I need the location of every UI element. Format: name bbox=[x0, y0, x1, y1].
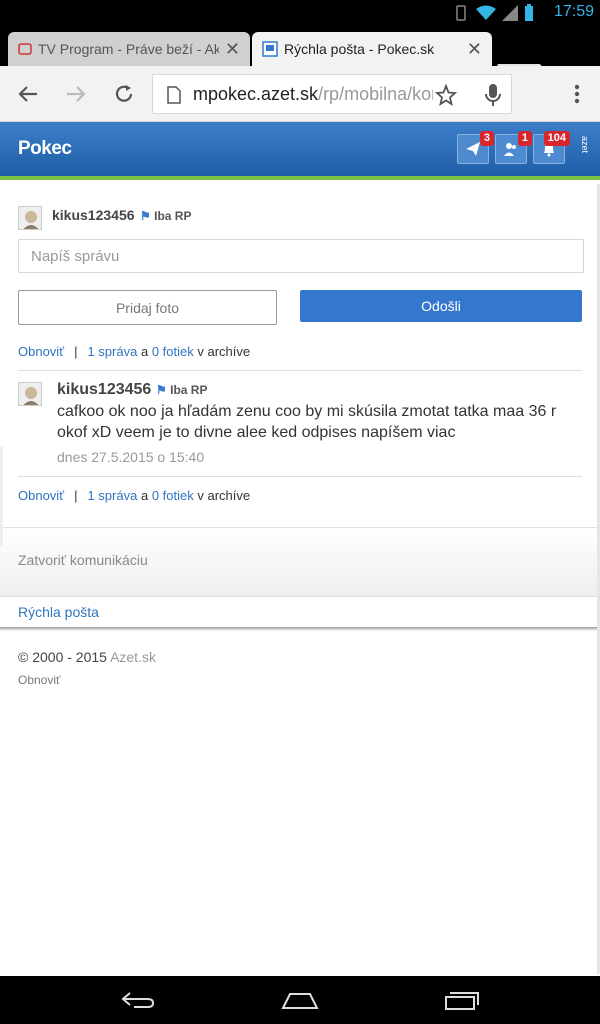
tv-favicon-icon bbox=[18, 43, 32, 55]
status-icons bbox=[452, 4, 534, 22]
tab-title: TV Program - Práve beží - Akt bbox=[38, 41, 219, 57]
rp-label: Iba RP bbox=[154, 209, 192, 223]
star-icon[interactable] bbox=[435, 84, 457, 106]
recents-icon bbox=[445, 992, 479, 1010]
photo-count-link[interactable]: 0 fotiek bbox=[152, 344, 194, 359]
avatar-image-icon bbox=[23, 387, 39, 405]
divider bbox=[18, 370, 582, 371]
wifi-icon bbox=[476, 5, 496, 20]
conjunction: a bbox=[140, 488, 149, 503]
back-icon bbox=[121, 992, 155, 1008]
notifications-button[interactable]: 104 bbox=[533, 131, 570, 164]
rp-badge: ⚑ Iba RP bbox=[156, 383, 207, 397]
nav-recents-button[interactable] bbox=[442, 986, 482, 1014]
overflow-menu-icon bbox=[574, 84, 580, 104]
url-path: /rp/mobilna/kontext bbox=[318, 84, 433, 104]
tab-title: Rýchla pošta - Pokec.sk bbox=[284, 41, 435, 57]
navigation-bar bbox=[0, 976, 600, 1024]
avatar[interactable] bbox=[18, 206, 42, 230]
url-host: mpokec.azet.sk bbox=[193, 84, 319, 104]
rp-flag-icon: ⚑ bbox=[156, 383, 167, 397]
archive-suffix: v archíve bbox=[197, 488, 251, 503]
message-count-link[interactable]: 1 správa bbox=[87, 488, 137, 503]
microphone-icon[interactable] bbox=[483, 83, 503, 107]
tab-strip: TV Program - Práve beží - Akt ✕ Rýchla p… bbox=[0, 26, 600, 82]
site-header: Pokec 3 1 104 azet bbox=[0, 122, 600, 180]
close-tab-icon[interactable]: ✕ bbox=[225, 39, 240, 60]
add-photo-button[interactable]: Pridaj foto bbox=[18, 290, 277, 325]
page-edge bbox=[0, 447, 3, 547]
close-tab-icon[interactable]: ✕ bbox=[467, 39, 482, 60]
paper-plane-icon bbox=[466, 142, 480, 156]
status-bar: 17:59 bbox=[0, 0, 600, 26]
nav-back-button[interactable] bbox=[118, 986, 158, 1014]
send-button[interactable]: Odošli bbox=[300, 290, 582, 322]
archive-row: Obnoviť | 1 správa a 0 fotiek v archíve bbox=[18, 488, 250, 503]
home-icon bbox=[281, 993, 319, 1009]
azet-link[interactable]: Azet.sk bbox=[110, 649, 156, 665]
page-icon bbox=[167, 86, 181, 104]
menu-button[interactable] bbox=[563, 80, 591, 108]
photo-count-link[interactable]: 0 fotiek bbox=[152, 488, 194, 503]
pokec-favicon-icon bbox=[262, 41, 278, 57]
divider bbox=[18, 476, 582, 477]
archive-suffix: v archíve bbox=[197, 344, 251, 359]
tab-rychla-posta[interactable]: Rýchla pošta - Pokec.sk ✕ bbox=[252, 32, 492, 66]
message-avatar[interactable] bbox=[18, 382, 42, 406]
messages-button[interactable]: 3 bbox=[457, 131, 494, 164]
close-communication-label: Zatvoriť komunikáciu bbox=[18, 552, 148, 568]
url-text: mpokec.azet.sk/rp/mobilna/kontext bbox=[193, 84, 433, 105]
archive-row: Obnoviť | 1 správa a 0 fotiek v archíve bbox=[18, 344, 250, 359]
forward-button[interactable] bbox=[62, 80, 90, 108]
message-timestamp: dnes 27.5.2015 o 15:40 bbox=[57, 449, 205, 465]
nav-home-button[interactable] bbox=[280, 986, 320, 1014]
back-button[interactable] bbox=[14, 80, 42, 108]
browser-toolbar: mpokec.azet.sk/rp/mobilna/kontext bbox=[0, 66, 600, 122]
friends-badge: 1 bbox=[517, 131, 532, 146]
back-arrow-icon bbox=[18, 86, 37, 102]
clock: 17:59 bbox=[553, 3, 594, 20]
signal-icon bbox=[502, 5, 518, 21]
message-input[interactable] bbox=[18, 239, 584, 273]
section-shadow bbox=[0, 627, 600, 631]
contact-name[interactable]: kikus123456 bbox=[52, 207, 135, 223]
rp-badge: ⚑ Iba RP bbox=[140, 209, 191, 223]
footer-refresh-link[interactable]: Obnoviť bbox=[18, 673, 61, 687]
refresh-link[interactable]: Obnoviť bbox=[18, 344, 64, 359]
azet-logo[interactable]: azet bbox=[580, 136, 590, 153]
friends-button[interactable]: 1 bbox=[495, 131, 532, 164]
notifications-badge: 104 bbox=[543, 131, 570, 146]
message-author[interactable]: kikus123456 bbox=[57, 381, 151, 399]
messages-badge: 3 bbox=[479, 131, 494, 146]
copyright: © 2000 - 2015 Azet.sk bbox=[18, 649, 156, 665]
message-text: cafkoo ok noo ja hľadám zenu coo by mi s… bbox=[57, 403, 557, 441]
address-bar[interactable]: mpokec.azet.sk/rp/mobilna/kontext bbox=[152, 74, 512, 114]
refresh-link[interactable]: Obnoviť bbox=[18, 488, 64, 503]
tab-tv-program[interactable]: TV Program - Práve beží - Akt ✕ bbox=[8, 32, 250, 66]
quick-mail-link[interactable]: Rýchla pošta bbox=[18, 604, 99, 620]
avatar-image-icon bbox=[23, 211, 39, 229]
forward-arrow-icon bbox=[67, 86, 86, 102]
battery-icon bbox=[525, 4, 533, 21]
separator: | bbox=[74, 344, 78, 359]
reload-icon bbox=[115, 85, 133, 102]
close-communication-button[interactable]: Zatvoriť komunikáciu bbox=[0, 527, 600, 597]
pokec-logo[interactable]: Pokec bbox=[18, 138, 72, 160]
reload-button[interactable] bbox=[110, 80, 138, 108]
rp-flag-icon: ⚑ bbox=[140, 209, 151, 223]
rp-label: Iba RP bbox=[170, 383, 208, 397]
message-count-link[interactable]: 1 správa bbox=[87, 344, 137, 359]
separator: | bbox=[74, 488, 78, 503]
friends-icon bbox=[504, 143, 516, 156]
conjunction: a bbox=[140, 344, 149, 359]
vibrate-icon bbox=[456, 5, 466, 21]
copyright-text: © 2000 - 2015 bbox=[18, 649, 107, 665]
